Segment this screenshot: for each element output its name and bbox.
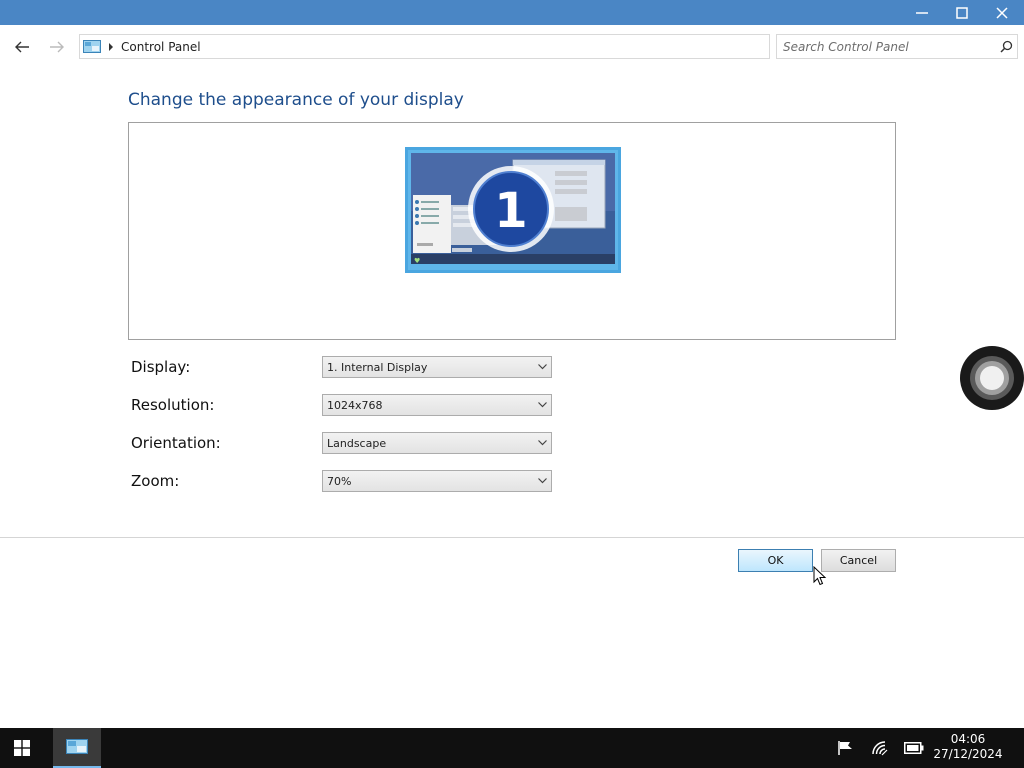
footer-divider [0, 537, 1024, 538]
forward-button[interactable] [45, 36, 69, 58]
chevron-down-icon [533, 357, 551, 377]
start-button[interactable] [0, 728, 44, 768]
search-icon[interactable] [995, 36, 1017, 58]
resolution-select-value: 1024x768 [327, 398, 383, 412]
page-title: Change the appearance of your display [128, 90, 464, 110]
search-box[interactable]: Search Control Panel [776, 34, 1018, 59]
action-center-flag-icon[interactable] [832, 728, 860, 768]
close-button[interactable] [982, 0, 1022, 25]
control-panel-icon [83, 39, 101, 53]
breadcrumb-chevron-icon [109, 42, 113, 51]
search-input[interactable]: Search Control Panel [783, 40, 995, 54]
zoom-select-value: 70% [327, 474, 352, 488]
chevron-down-icon [533, 471, 551, 491]
maximize-icon [956, 6, 968, 19]
svg-text:♥: ♥ [414, 257, 420, 265]
clock-time: 04:06 [950, 732, 986, 746]
windows-logo-icon [14, 740, 30, 756]
display-preview-area: ♥ 1 [128, 122, 896, 340]
ok-button[interactable]: OK [738, 549, 813, 572]
clock-date: 27/12/2024 [933, 747, 1003, 761]
arrow-right-icon [50, 41, 64, 53]
arrow-left-icon [15, 41, 29, 53]
monitor-1-thumbnail[interactable]: ♥ 1 [405, 147, 621, 273]
resolution-label: Resolution: [131, 396, 215, 414]
cancel-button[interactable]: Cancel [821, 549, 896, 572]
battery-icon[interactable] [900, 728, 928, 768]
zoom-select[interactable]: 70% [322, 470, 552, 492]
chevron-down-icon [533, 395, 551, 415]
orientation-select[interactable]: Landscape [322, 432, 552, 454]
network-icon[interactable] [866, 728, 894, 768]
display-label: Display: [131, 358, 191, 376]
back-button[interactable] [10, 36, 34, 58]
display-select-value: 1. Internal Display [327, 360, 428, 374]
taskbar: 04:06 27/12/2024 [0, 728, 1024, 768]
minimize-button[interactable] [902, 0, 942, 25]
monitor-number: 1 [494, 183, 527, 239]
orientation-label: Orientation: [131, 434, 221, 452]
window-titlebar [0, 0, 1024, 25]
close-icon [996, 6, 1008, 19]
zoom-label: Zoom: [131, 472, 180, 490]
minimize-icon [916, 11, 928, 14]
maximize-button[interactable] [942, 0, 982, 25]
breadcrumb-control-panel[interactable]: Control Panel [121, 40, 201, 54]
resolution-select[interactable]: 1024x768 [322, 394, 552, 416]
taskbar-control-panel[interactable] [53, 728, 101, 768]
system-clock[interactable]: 04:06 27/12/2024 [930, 732, 1006, 762]
mouse-cursor-icon [813, 566, 827, 586]
address-bar[interactable]: Control Panel [79, 34, 770, 59]
control-panel-icon [66, 739, 88, 754]
floating-assist-ring-icon[interactable] [960, 346, 1024, 410]
chevron-down-icon [533, 433, 551, 453]
orientation-select-value: Landscape [327, 436, 387, 450]
display-select[interactable]: 1. Internal Display [322, 356, 552, 378]
